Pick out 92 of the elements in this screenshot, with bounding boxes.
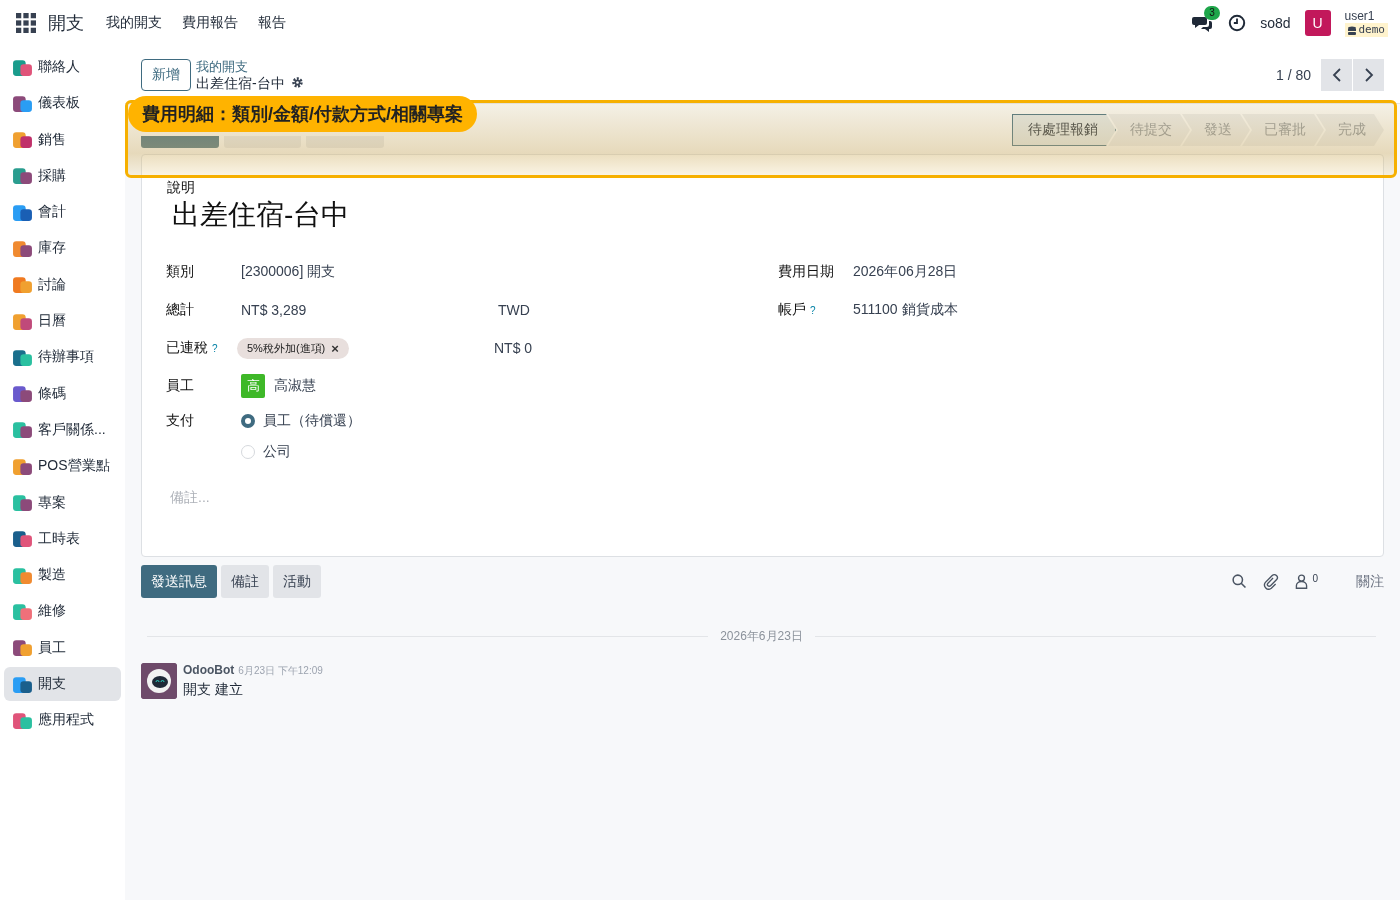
robot-avatar-icon [141, 663, 177, 699]
app-icon [12, 238, 33, 259]
sidebar-item[interactable]: 員工 [4, 630, 121, 665]
field-label: 總計 [166, 301, 194, 319]
settings-icon[interactable] [290, 76, 304, 89]
help-icon[interactable]: ? [212, 342, 218, 354]
sidebar-item[interactable]: 客戶關係... [4, 412, 121, 447]
database-icon [1347, 25, 1356, 35]
app-icon [12, 274, 33, 296]
menu-item[interactable]: 我的開支 [106, 14, 162, 32]
paperclip-icon [1262, 573, 1280, 590]
sidebar-item[interactable]: 會計 [4, 195, 121, 230]
sidebar-item[interactable]: 日曆 [4, 304, 121, 339]
database-label: demo [1344, 23, 1388, 37]
sidebar-item[interactable]: 聯絡人 [4, 50, 121, 84]
message-body: 開支 建立 [183, 681, 244, 699]
chatter-button[interactable]: 活動 [273, 565, 321, 598]
sidebar-item[interactable]: POS營業點 [4, 449, 121, 484]
chevron-right-icon [1362, 66, 1375, 83]
radio-label[interactable]: 公司 [263, 442, 291, 461]
chevron-left-icon [1330, 66, 1343, 83]
breadcrumb-current: 出差住宿-台中 [196, 74, 285, 91]
breadcrumb-link[interactable]: 我的開支 [196, 58, 304, 75]
remove-tag-button[interactable]: × [331, 340, 339, 356]
radio-button[interactable] [241, 413, 255, 428]
attachment-button[interactable] [1262, 573, 1280, 590]
sidebar-item[interactable]: 庫存 [4, 231, 121, 266]
pager-value: 1 / 80 [1275, 66, 1311, 83]
company-name[interactable]: so8d [1260, 15, 1291, 31]
user-name: user1 [1344, 9, 1376, 23]
app-grid-icon[interactable] [16, 13, 36, 33]
tax-amount: NT$ 0 [494, 340, 534, 356]
message-time: 6月23日 下午12:09 [238, 664, 323, 678]
menu-item[interactable]: 費用報告 [182, 14, 238, 32]
field-label: 費用日期 [778, 263, 834, 281]
app-icon [12, 165, 33, 187]
sidebar-item[interactable]: 討論 [4, 267, 121, 302]
chat-bubbles-icon [1192, 14, 1213, 32]
clock-icon[interactable] [1228, 14, 1247, 32]
field-label: 帳戶 [778, 301, 806, 319]
app-icon [12, 492, 33, 514]
app-icon [12, 129, 33, 151]
field-label: 員工 [166, 377, 194, 395]
menu-item[interactable]: 報告 [258, 14, 286, 32]
currency-field: TWD [498, 302, 778, 318]
search-icon [1231, 573, 1249, 590]
employee-field[interactable]: 高淑慧 [274, 377, 316, 395]
account-field: 511100 銷貨成本 [853, 301, 1359, 319]
field-label: 類別 [166, 263, 194, 281]
field-label: 說明 [167, 179, 196, 197]
new-button[interactable]: 新增 [141, 58, 191, 91]
messages-button[interactable] [1192, 14, 1213, 32]
status-stage[interactable]: 待處理報銷 [1012, 114, 1116, 146]
sidebar-item[interactable]: 待辦事項 [4, 340, 121, 375]
follower-count: 0 [1312, 573, 1318, 584]
previous-button[interactable] [1321, 58, 1352, 91]
sidebar-item[interactable]: 專案 [4, 485, 121, 520]
app-icon [12, 637, 33, 659]
callout-tooltip: 費用明細：類別/金額/付款方式/相關專案 [128, 96, 477, 132]
expense-title: 出差住宿-台中 [172, 198, 351, 232]
sidebar-item[interactable]: 維修 [4, 594, 121, 629]
app-title: 開支 [48, 12, 84, 35]
sidebar-item[interactable]: 開支 [4, 667, 121, 702]
date-separator: 2026年6月23日 [720, 628, 803, 645]
app-icon [12, 528, 33, 550]
field-label: 支付 [166, 411, 194, 430]
sidebar-item[interactable]: 製造 [4, 558, 121, 593]
follow-button[interactable]: 關注 [1356, 572, 1384, 591]
sidebar-item[interactable]: 儀表板 [4, 86, 121, 121]
employee-avatar: 高 [241, 374, 265, 398]
category-field: [2300006] 開支 [241, 263, 498, 281]
app-icon [12, 383, 33, 405]
next-button[interactable] [1353, 58, 1384, 91]
sidebar-item[interactable]: 條碼 [4, 376, 121, 411]
sidebar-item[interactable]: 應用程式 [4, 703, 121, 738]
sidebar-item[interactable]: 工時表 [4, 521, 121, 556]
message-count-badge: 3 [1204, 6, 1220, 20]
date-field: 2026年06月28日 [853, 263, 1359, 281]
user-avatar[interactable]: U [1304, 10, 1331, 36]
radio-label[interactable]: 員工（待償還） [263, 411, 361, 430]
app-icon [12, 419, 33, 441]
sidebar-item[interactable]: 銷售 [4, 122, 121, 157]
help-icon[interactable]: ? [810, 304, 816, 316]
tax-tag: 5%稅外加(進項) × [237, 337, 349, 359]
search-button[interactable] [1231, 573, 1249, 590]
followers-button[interactable]: 0 [1293, 573, 1318, 590]
chatter-button[interactable]: 發送訊息 [141, 565, 217, 598]
message-author: OdooBot [183, 663, 235, 677]
amount-field: NT$ 3,289 [241, 302, 498, 318]
field-label: 已連稅 [166, 339, 208, 357]
chatter-button[interactable]: 備註 [221, 565, 269, 598]
sidebar-item[interactable]: 採購 [4, 158, 121, 193]
